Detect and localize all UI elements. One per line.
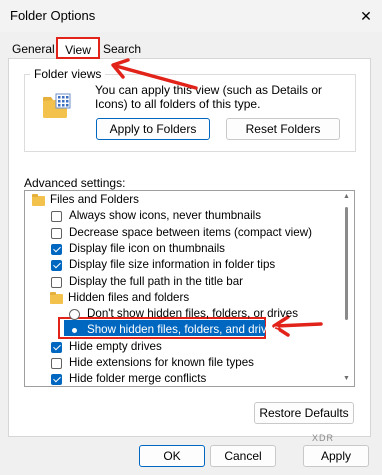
scroll-up-icon[interactable]: ▲ [343,193,350,200]
option-label: Hide empty drives [69,340,162,353]
folder-views-legend: Folder views [30,67,106,81]
checkbox[interactable] [51,228,62,239]
checkbox[interactable] [51,342,62,353]
folder-views-description: You can apply this view (such as Details… [95,83,323,111]
window-title: Folder Options [10,8,96,23]
scrollbar-thumb[interactable] [345,207,348,320]
radio-button[interactable] [69,309,80,320]
checkbox[interactable] [51,358,62,369]
option-label: Don't show hidden files, folders, or dri… [87,307,299,320]
checkbox[interactable] [51,260,62,271]
apply-button[interactable]: Apply [303,445,369,467]
apply-to-folders-button[interactable]: Apply to Folders [96,118,210,140]
close-icon[interactable]: ✕ [355,5,377,27]
advanced-settings-label: Advanced settings: [24,176,126,190]
option-label: Display the full path in the title bar [69,275,244,288]
tab-view[interactable]: View [56,37,100,59]
tab-general[interactable]: General [12,40,55,58]
cancel-button[interactable]: Cancel [210,445,276,467]
option-label: Hide extensions for known file types [69,356,254,369]
radio-button[interactable] [69,325,80,336]
checkbox[interactable] [51,374,62,385]
ok-button[interactable]: OK [139,445,205,467]
option-label: Hide folder merge conflicts [69,372,207,385]
option-label: Display file size information in folder … [69,258,276,271]
folder-icon [32,194,45,206]
watermark: XDR [312,433,335,443]
tab-search[interactable]: Search [102,40,142,58]
restore-defaults-button[interactable]: Restore Defaults [254,402,354,424]
reset-folders-button[interactable]: Reset Folders [226,118,340,140]
option-label: Always show icons, never thumbnails [69,209,262,222]
folder-views-icon [43,93,71,118]
option-label: Decrease space between items (compact vi… [69,226,312,239]
checkbox[interactable] [51,244,62,255]
option-label: Show hidden files, folders, and drives [87,323,280,336]
option-label: Hidden files and folders [68,291,190,304]
scroll-down-icon[interactable]: ▼ [343,375,350,382]
checkbox[interactable] [51,211,62,222]
folder-icon [50,292,63,304]
option-label: Display file icon on thumbnails [69,242,225,255]
option-label: Files and Folders [50,193,139,206]
checkbox[interactable] [51,277,62,288]
